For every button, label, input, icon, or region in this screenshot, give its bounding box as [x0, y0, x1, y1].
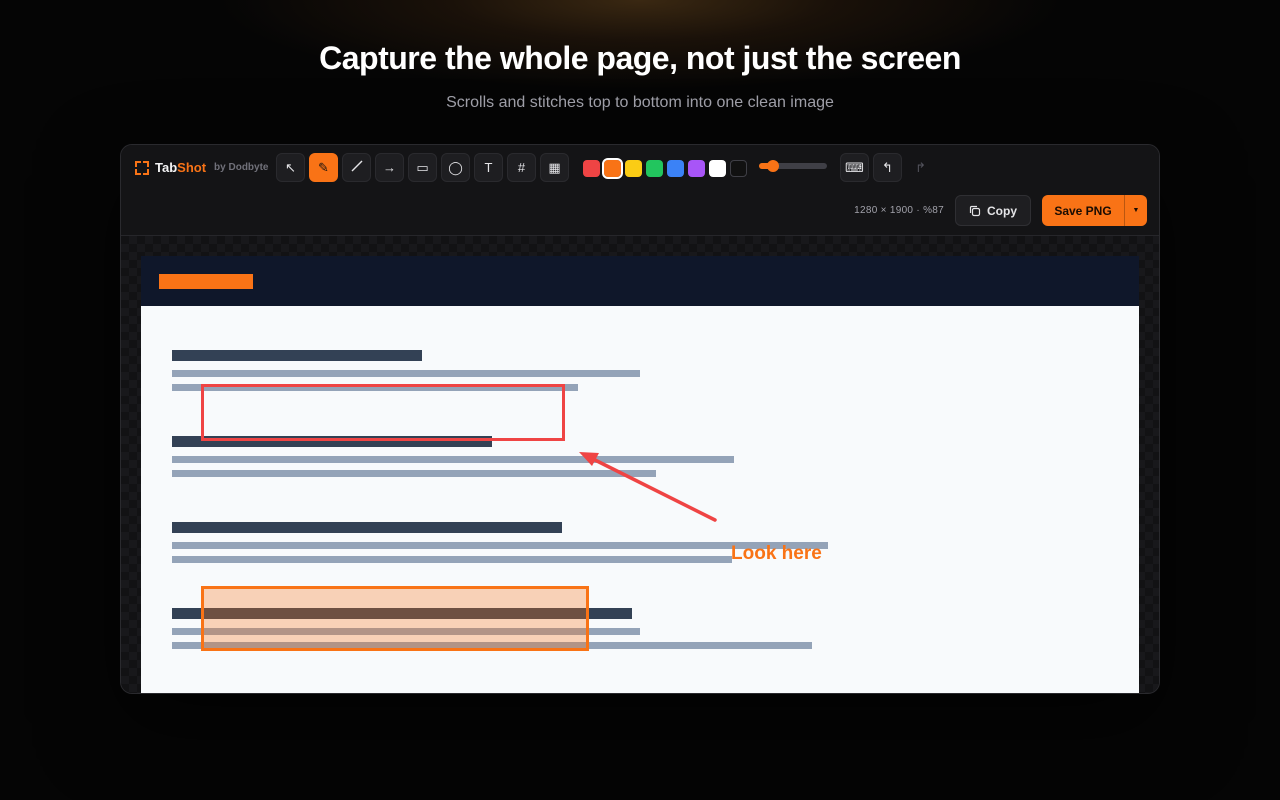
- color-swatch[interactable]: [688, 160, 705, 177]
- copy-icon: [969, 205, 981, 216]
- slider-thumb[interactable]: [767, 160, 780, 172]
- laptop-icon: ⌨: [845, 159, 864, 175]
- color-swatch[interactable]: [625, 160, 642, 177]
- copy-label: Copy: [987, 203, 1017, 218]
- number-tool[interactable]: #: [507, 153, 536, 182]
- select-tool[interactable]: ↖: [276, 153, 305, 182]
- save-label: Save PNG: [1054, 203, 1112, 218]
- undo-icon: ↰: [882, 159, 893, 175]
- capture-frame-icon: [135, 160, 149, 175]
- line-tool[interactable]: [342, 153, 371, 182]
- redo-button[interactable]: ↱: [906, 153, 935, 182]
- color-swatch[interactable]: [602, 158, 623, 179]
- hash-icon: #: [517, 160, 526, 175]
- text-icon: T: [484, 160, 493, 175]
- save-button[interactable]: Save PNG ▼: [1042, 195, 1147, 226]
- app-window: TabShot by Dodbyte ↖ ✎ → ▭ ◯ T # ▦ ⌨ ↰ ↱ 1280 × 1…: [120, 144, 1160, 694]
- text-tool[interactable]: T: [474, 153, 503, 182]
- canvas-area[interactable]: Look here: [121, 236, 1159, 693]
- color-swatch[interactable]: [709, 160, 726, 177]
- rectangle-icon: ▭: [416, 159, 429, 175]
- line-icon: [350, 159, 364, 176]
- undo-button[interactable]: ↰: [873, 153, 902, 182]
- pen-tool[interactable]: ✎: [309, 153, 338, 182]
- color-swatch[interactable]: [667, 160, 684, 177]
- color-swatch[interactable]: [730, 160, 747, 177]
- dimensions-readout: 1280 × 1900 · %87: [854, 205, 944, 216]
- cursor-icon: ↖: [285, 159, 296, 175]
- color-swatch[interactable]: [646, 160, 663, 177]
- brand-by: by Dodbyte: [214, 162, 269, 173]
- toolbar: TabShot by Dodbyte ↖ ✎ → ▭ ◯ T # ▦ ⌨ ↰ ↱ 1280 × 1…: [121, 145, 1159, 236]
- captured-page: Look here: [141, 256, 1139, 693]
- redo-icon: ↱: [915, 159, 926, 175]
- stroke-width-slider[interactable]: [759, 160, 827, 172]
- pixelate-icon: ▦: [548, 159, 561, 175]
- arrow-tool[interactable]: →: [375, 153, 404, 182]
- hero-title: Capture the whole page, not just the scr…: [319, 40, 961, 76]
- rectangle-tool[interactable]: ▭: [408, 153, 437, 182]
- arrow-icon: →: [383, 160, 396, 175]
- save-options-chevron-down-icon[interactable]: ▼: [1124, 195, 1147, 226]
- highlight-annotation[interactable]: [201, 586, 589, 651]
- ellipse-tool[interactable]: ◯: [441, 153, 470, 182]
- pencil-icon: ✎: [318, 159, 329, 175]
- circle-icon: ◯: [448, 159, 463, 175]
- color-swatch[interactable]: [583, 160, 600, 177]
- brand: TabShot by Dodbyte: [135, 160, 269, 175]
- text-annotation[interactable]: Look here: [731, 543, 822, 565]
- tool-group: ↖ ✎ → ▭ ◯ T # ▦: [276, 153, 569, 182]
- blur-tool[interactable]: ▦: [540, 153, 569, 182]
- brand-name: TabShot: [155, 160, 207, 175]
- crop-tool[interactable]: ⌨: [840, 153, 869, 182]
- color-palette: [583, 158, 747, 179]
- copy-button[interactable]: Copy: [955, 195, 1031, 226]
- hero-subtitle: Scrolls and stitches top to bottom into …: [446, 94, 834, 111]
- history-group: ⌨ ↰ ↱: [840, 153, 935, 182]
